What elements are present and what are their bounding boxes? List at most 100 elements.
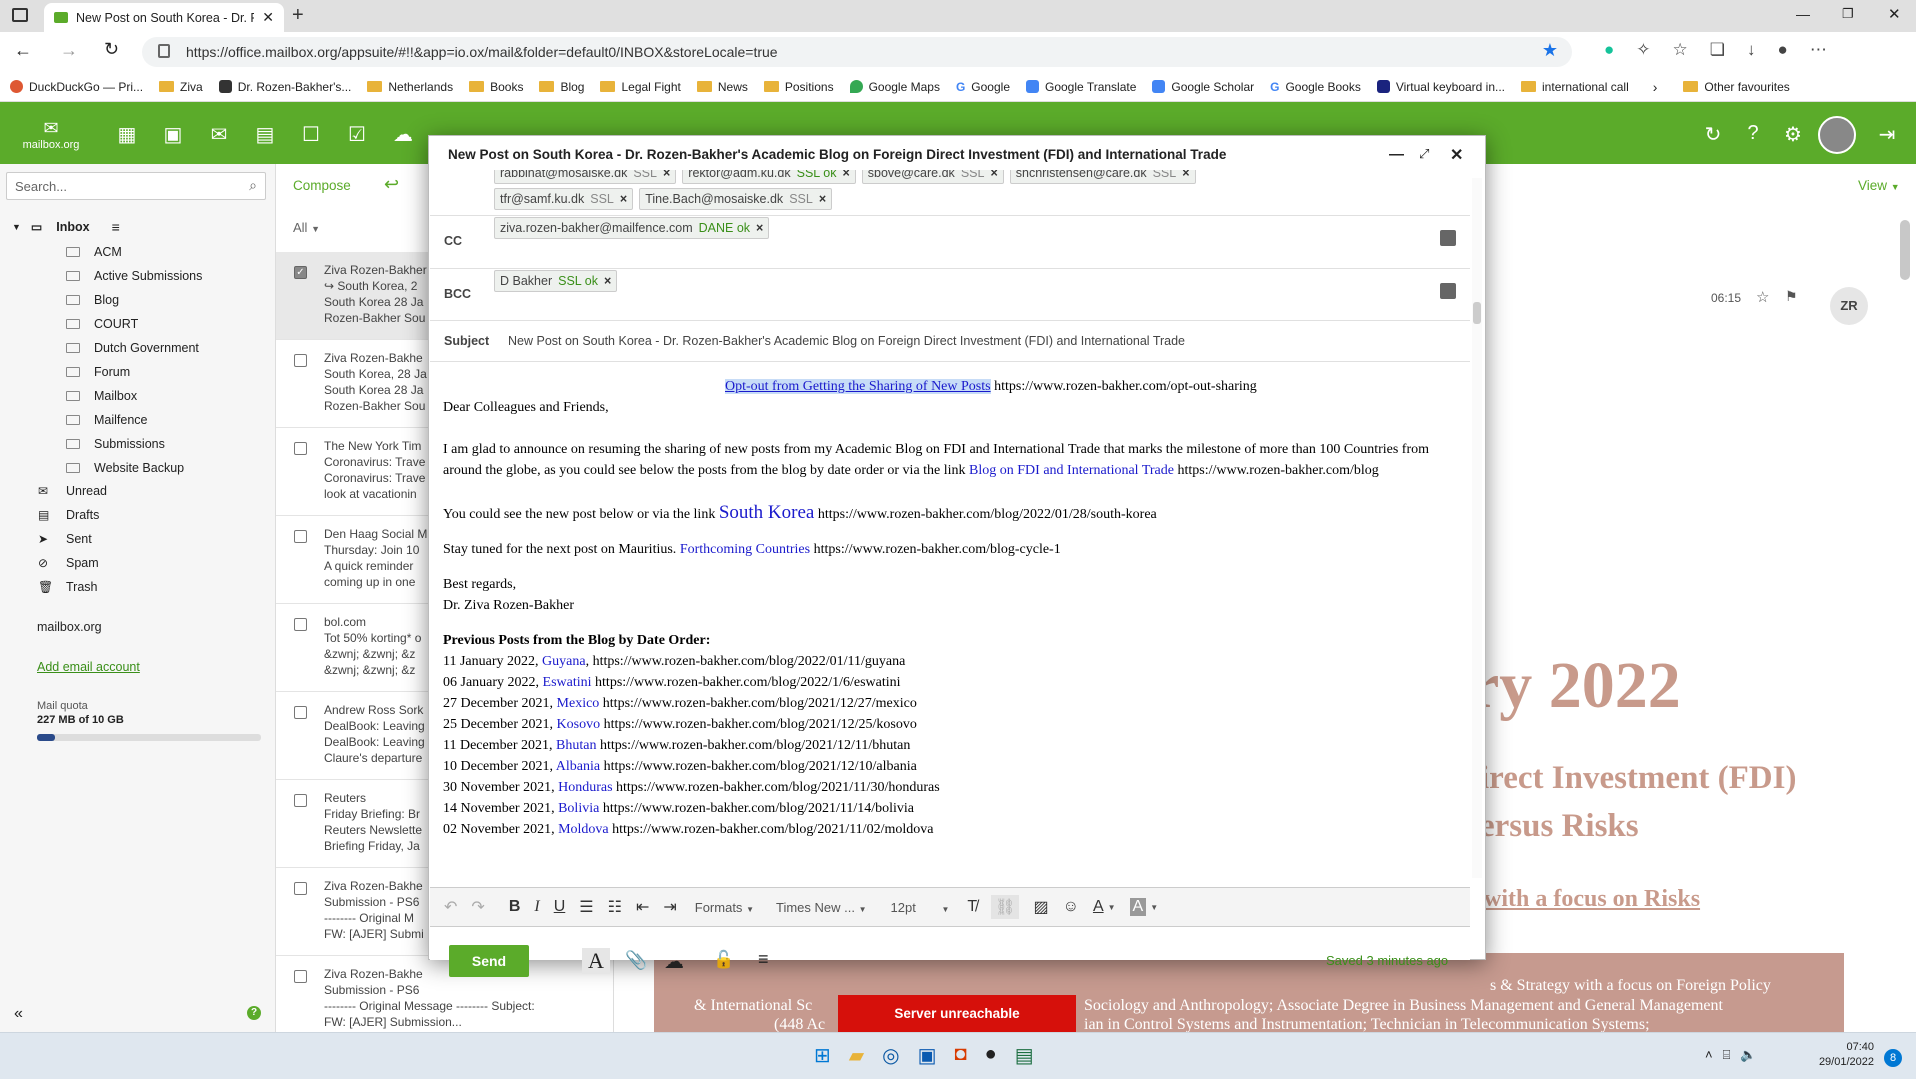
subject-input[interactable]: New Post on South Korea - Dr. Rozen-Bakh…: [508, 334, 1185, 348]
remove-recipient-icon[interactable]: ×: [819, 192, 826, 206]
app-icon[interactable]: ●: [985, 1043, 997, 1068]
cc-field[interactable]: ziva.rozen-bakher@mailfence.com DANE ok ×: [494, 217, 775, 239]
favorites-icon[interactable]: ☆: [1673, 40, 1688, 60]
refresh-icon[interactable]: ↻: [1700, 122, 1726, 148]
reply-icon[interactable]: ↩: [384, 174, 399, 195]
country-link[interactable]: Kosovo: [557, 717, 601, 732]
favorite-item[interactable]: News: [696, 80, 748, 94]
other-favourites[interactable]: Other favourites: [1683, 80, 1790, 94]
font-format-icon[interactable]: A: [582, 948, 610, 974]
reload-icon[interactable]: ↻: [104, 39, 119, 60]
recipient-chip[interactable]: rektor@adm.ku.dk SSL ok ×: [682, 170, 856, 184]
folder-item[interactable]: Blog: [0, 288, 276, 312]
mailbox-logo[interactable]: ✉ mailbox.org: [16, 118, 86, 151]
recipient-chip[interactable]: tfr@samf.ku.dk SSL ×: [494, 188, 634, 210]
favorite-item[interactable]: DuckDuckGo — Pri...: [10, 80, 143, 94]
options-menu-icon[interactable]: ≡: [758, 949, 769, 970]
optout-link[interactable]: Opt-out from Getting the Sharing of New …: [725, 379, 991, 394]
row-checkbox[interactable]: [294, 794, 307, 807]
inbox-folder[interactable]: ▼ ▭ Inbox ≡: [0, 215, 276, 239]
south-korea-link[interactable]: South Korea: [719, 502, 815, 523]
calendar-icon[interactable]: ▤: [252, 122, 278, 148]
bcc-field[interactable]: D Bakher SSL ok ×: [494, 270, 623, 292]
folder-item[interactable]: Submissions: [0, 432, 276, 456]
remove-recipient-icon[interactable]: ×: [620, 192, 627, 206]
text-color-icon[interactable]: A: [1093, 898, 1104, 916]
bullet-list-icon[interactable]: ☰: [579, 897, 593, 917]
favorite-item[interactable]: Virtual keyboard in...: [1376, 80, 1505, 94]
address-book-icon[interactable]: [1440, 230, 1456, 246]
country-link[interactable]: Bhutan: [556, 738, 596, 753]
address-book-icon[interactable]: [1440, 283, 1456, 299]
remove-recipient-icon[interactable]: ×: [842, 170, 849, 180]
help-circle-icon[interactable]: ?: [247, 1006, 261, 1020]
edge-icon[interactable]: ◎: [882, 1043, 899, 1068]
indent-icon[interactable]: ⇥: [663, 897, 676, 917]
folder-drafts[interactable]: ▤ Drafts: [0, 503, 276, 527]
recipient-chip[interactable]: sbove@care.dk SSL ×: [861, 170, 1004, 184]
row-checkbox[interactable]: [294, 354, 307, 367]
grammarly-icon[interactable]: ●: [1604, 40, 1614, 60]
favorite-item[interactable]: Legal Fight: [600, 80, 681, 94]
store-icon[interactable]: ▣: [918, 1043, 937, 1068]
favorite-item[interactable]: Google Translate: [1026, 80, 1136, 94]
outdent-icon[interactable]: ⇤: [636, 897, 649, 917]
country-link[interactable]: Bolivia: [558, 801, 599, 816]
bookmark-icon[interactable]: ⚑: [1785, 288, 1798, 305]
favorite-item[interactable]: Ziva: [159, 80, 203, 94]
caret-down-icon[interactable]: ▼: [1108, 903, 1116, 912]
favorite-item[interactable]: G Google: [956, 80, 1010, 94]
row-checkbox[interactable]: [294, 442, 307, 455]
tray-chevron-icon[interactable]: ˄: [1705, 1047, 1713, 1063]
emoji-icon[interactable]: ☺: [1063, 898, 1079, 916]
contacts-icon[interactable]: ☐: [298, 122, 324, 148]
folder-item[interactable]: Mailfence: [0, 408, 276, 432]
settings-gear-icon[interactable]: ⚙: [1780, 122, 1806, 148]
compose-scrollbar[interactable]: [1472, 178, 1482, 878]
remove-recipient-icon[interactable]: ×: [990, 170, 997, 180]
country-link[interactable]: Honduras: [558, 780, 612, 795]
folder-item[interactable]: Active Submissions: [0, 264, 276, 288]
favorite-item[interactable]: Books: [469, 80, 523, 94]
back-icon[interactable]: ←: [14, 40, 32, 61]
row-checkbox[interactable]: [294, 970, 307, 983]
country-link[interactable]: Moldova: [558, 822, 609, 837]
mail-icon[interactable]: ✉: [206, 122, 232, 148]
search-icon[interactable]: ⌕: [249, 177, 257, 194]
row-checkbox[interactable]: [294, 706, 307, 719]
country-link[interactable]: Mexico: [557, 696, 600, 711]
tab-actions-icon[interactable]: [12, 8, 28, 22]
folder-sent[interactable]: ➤ Sent: [0, 527, 276, 551]
forward-icon[interactable]: →: [60, 40, 78, 61]
folder-item[interactable]: COURT: [0, 312, 276, 336]
country-link[interactable]: Albania: [556, 759, 600, 774]
recipient-chip[interactable]: Tine.Bach@mosaiske.dk SSL ×: [639, 188, 833, 210]
message-body-editor[interactable]: Opt-out from Getting the Sharing of New …: [430, 362, 1470, 882]
file-explorer-icon[interactable]: ▰: [849, 1043, 864, 1068]
search-input[interactable]: Search... ⌕: [6, 172, 266, 200]
formats-dropdown[interactable]: Formats ▼: [695, 900, 754, 915]
folder-item[interactable]: Website Backup: [0, 456, 276, 480]
folder-item[interactable]: Dutch Government: [0, 336, 276, 360]
numbered-list-icon[interactable]: ☷: [608, 897, 622, 917]
row-checkbox[interactable]: [294, 530, 307, 543]
favorite-item[interactable]: Blog: [539, 80, 584, 94]
link-icon[interactable]: ⛓: [991, 895, 1020, 919]
recipient-chip[interactable]: rabbinat@mosaiske.dk SSL ×: [494, 170, 677, 184]
minimize-window-icon[interactable]: —: [1796, 6, 1810, 22]
excel-icon[interactable]: ▤: [1015, 1043, 1034, 1068]
favorite-item[interactable]: Netherlands: [367, 80, 453, 94]
drive-icon[interactable]: ☁: [390, 122, 416, 148]
network-icon[interactable]: ⌸: [1723, 1047, 1731, 1063]
add-email-account-link[interactable]: Add email account: [37, 660, 140, 674]
reader-scrollbar[interactable]: [1900, 220, 1910, 280]
bold-icon[interactable]: B: [509, 898, 521, 916]
folder-item[interactable]: Forum: [0, 360, 276, 384]
row-checkbox[interactable]: [294, 618, 307, 631]
message-row[interactable]: Ziva Rozen-Bakhe Submission - PS6 --------…: [276, 956, 614, 1032]
close-window-icon[interactable]: ✕: [1888, 5, 1901, 23]
remove-recipient-icon[interactable]: ×: [663, 170, 670, 180]
row-checkbox[interactable]: [294, 882, 307, 895]
favorite-item[interactable]: Google Maps: [849, 80, 940, 94]
font-size-dropdown[interactable]: 12pt ▼: [891, 900, 950, 915]
